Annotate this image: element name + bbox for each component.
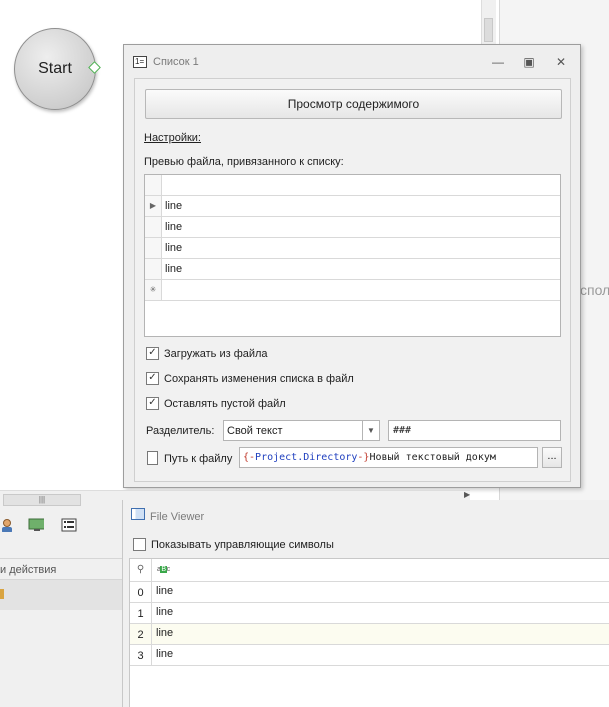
close-button[interactable]: ✕ [553,54,569,70]
chevron-down-icon[interactable]: ▼ [362,421,379,440]
pin-icon[interactable]: ⚲ [130,559,152,581]
grid-corner [145,175,162,195]
actions-header-label: и действия [0,564,57,576]
dialog-body: Просмотр содержимого Настройки: Превью ф… [134,78,571,482]
keep-empty-file-checkbox[interactable]: ✓ [146,397,159,410]
file-viewer-title: File Viewer [150,511,205,523]
start-node-label: Start [38,60,72,77]
user-icon[interactable] [0,518,16,532]
browse-button[interactable]: ... [542,447,562,468]
restore-button[interactable]: ▣ [521,54,537,70]
actions-toolbar [0,508,122,544]
row-text[interactable]: line [156,648,173,660]
dialog-titlebar[interactable]: 1= Список 1 — ▣ ✕ [124,45,580,75]
row-indicator [145,259,162,279]
list-numbered-icon[interactable] [61,518,77,532]
row-number: 1 [130,603,152,623]
load-from-file-label: Загружать из файла [164,347,268,360]
show-control-chars-label: Показывать управляющие символы [151,538,334,551]
actions-panel: и действия [0,508,122,707]
path-token-open: {- [243,452,256,463]
row-number: 3 [130,645,152,665]
grid-cell[interactable]: line [165,242,182,254]
start-node[interactable]: Start [14,28,96,110]
path-token-close: -} [357,452,370,463]
grid-header-row [145,175,560,196]
separator-text-input[interactable]: ### [388,420,561,441]
keep-empty-file-option[interactable]: ✓ Оставлять пустой файл [146,397,286,410]
actions-header: и действия [0,558,122,580]
settings-link[interactable]: Настройки: [144,132,201,144]
file-viewer-grid[interactable]: ⚲ aBc 0 line 1 line 2 line 3 line [129,558,609,707]
table-row[interactable]: 0 line [130,582,609,603]
save-changes-option[interactable]: ✓ Сохранять изменения списка в файл [146,372,354,385]
new-row-icon: ✳ [145,280,162,300]
view-contents-button[interactable]: Просмотр содержимого [145,89,562,119]
horizontal-scroll-thumb[interactable]: ||| [3,494,81,506]
row-pointer-icon: ▶ [145,196,162,216]
list-item[interactable] [0,580,122,610]
right-pane-text: спол [580,282,609,298]
minimize-button[interactable]: — [490,54,506,70]
file-viewer-header: ⚲ aBc [130,559,609,582]
preview-grid[interactable]: ▶ line line line line ✳ [144,174,561,337]
table-row[interactable]: 3 line [130,645,609,666]
path-token-text: Новый текстовый докум [369,452,496,463]
list-numbered-icon: 1= [133,56,147,68]
table-row[interactable]: line [145,259,560,280]
grid-cell[interactable]: line [165,263,182,275]
file-path-label: Путь к файлу [164,453,233,465]
scroll-right-arrow-icon[interactable]: ▶ [464,490,470,499]
action-item-icon [0,589,4,599]
keep-empty-file-label: Оставлять пустой файл [164,397,286,410]
new-row[interactable]: ✳ [145,280,560,301]
row-text[interactable]: line [156,606,173,618]
canvas-vertical-scroll-thumb[interactable] [484,18,493,42]
table-row[interactable]: line [145,238,560,259]
row-indicator [145,217,162,237]
file-icon [147,451,158,465]
table-row[interactable]: 2 line [130,624,609,645]
list-dialog: 1= Список 1 — ▣ ✕ Просмотр содержимого Н… [123,44,581,488]
show-control-chars-checkbox[interactable] [133,538,146,551]
load-from-file-option[interactable]: ✓ Загружать из файла [146,347,268,360]
file-path-input[interactable]: {-Project.Directory-}Новый текстовый док… [239,447,538,468]
row-number: 0 [130,582,152,602]
table-row[interactable]: line [145,217,560,238]
save-changes-checkbox[interactable]: ✓ [146,372,159,385]
monitor-icon[interactable] [28,518,44,532]
dialog-title: Список 1 [153,56,199,68]
grid-cell[interactable]: line [165,200,182,212]
separator-mode-value: Свой текст [227,425,283,437]
table-row[interactable]: 1 line [130,603,609,624]
row-text[interactable]: line [156,627,173,639]
grid-cell[interactable]: line [165,221,182,233]
separator-label: Разделитель: [146,425,215,437]
row-text[interactable]: line [156,585,173,597]
save-changes-label: Сохранять изменения списка в файл [164,372,354,385]
file-viewer-panel: File Viewer Показывать управляющие симво… [122,500,609,707]
abc-c: c [166,566,171,573]
table-icon [131,508,145,520]
table-row[interactable]: ▶ line [145,196,560,217]
separator-mode-select[interactable]: Свой текст ▼ [223,420,380,441]
show-control-chars-option[interactable]: Показывать управляющие символы [133,538,334,551]
path-token-variable: Project.Directory [255,452,358,463]
preview-label: Превью файла, привязанного к списку: [144,156,344,168]
row-number: 2 [130,624,152,644]
abc-column-icon: aBc [157,566,170,573]
load-from-file-checkbox[interactable]: ✓ [146,347,159,360]
row-indicator [145,238,162,258]
